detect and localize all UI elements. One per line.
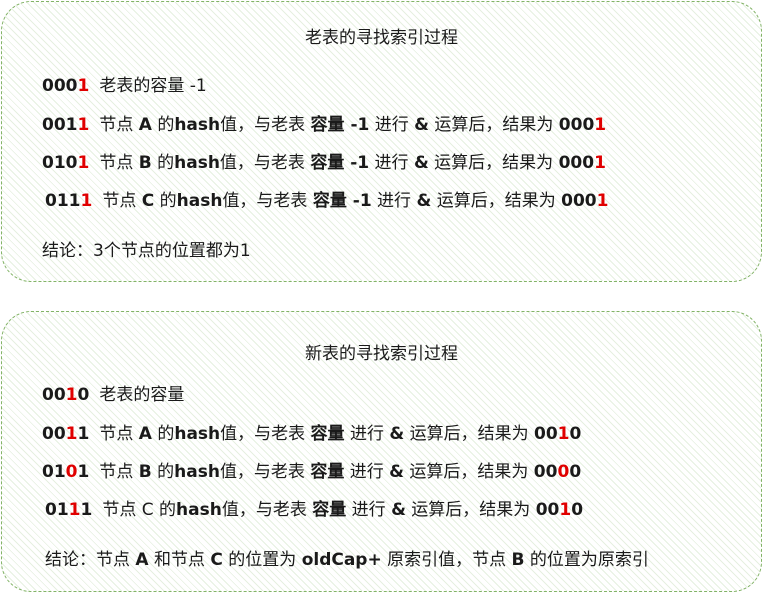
old-row-node-b: 0101 节点 B 的hash值，与老表 容量 -1 进行 & 运算后，结果为 0… [42,153,606,173]
old-table-panel: 老表的寻找索引过程 0001 老表的容量 -1 0011 节点 A 的hash值，与… [1,1,762,282]
new-row-capacity: 0010 老表的容量 [42,384,184,406]
old-panel-title: 老表的寻找索引过程 [305,28,458,48]
new-panel-title: 新表的寻找索引过程 [305,344,458,364]
binary-code: 0011 [42,115,90,135]
row-label: 老表的容量 [99,385,185,405]
result-code: 0001 [558,115,607,135]
row-label: 老表的容量 -1 [99,76,207,96]
result-code: 0000 [533,462,582,482]
binary-code: 0101 [42,153,90,173]
result-code: 0010 [534,424,582,444]
result-code: 0001 [561,191,609,211]
old-conclusion: 结论：3个节点的位置都为1 [42,241,251,261]
result-code: 0001 [558,153,606,173]
binary-code: 0111 [45,191,93,211]
new-row-node-c: 0111 节点 C 的hash值，与老表 容量 进行 & 运算后，结果为 0010 [45,500,584,520]
new-row-node-b: 0101 节点 B 的hash值，与老表 容量 进行 & 运算后，结果为 0000 [42,462,582,482]
old-row-node-a: 0011 节点 A 的hash值，与老表 容量 -1 进行 & 运算后，结果为 0… [42,115,607,135]
binary-code: 0111 [45,500,93,520]
new-conclusion: 结论：节点 A 和节点 C 的位置为 oldCap+ 原索引值，节点 B 的位置… [45,550,649,570]
old-row-node-c: 0111 节点 C 的hash值，与老表 容量 -1 进行 & 运算后，结果为 0… [45,191,609,211]
binary-code: 0001 [42,76,90,96]
binary-code: 0101 [42,462,90,482]
binary-code: 0011 [42,424,90,444]
new-table-panel: 新表的寻找索引过程 0010 老表的容量 0011 节点 A 的hash值，与老表 … [1,311,762,592]
old-row-capacity: 0001 老表的容量 -1 [42,75,207,97]
result-code: 0010 [535,500,584,520]
binary-code: 0010 [42,385,90,405]
new-row-node-a: 0011 节点 A 的hash值，与老表 容量 进行 & 运算后，结果为 0010 [42,424,582,444]
